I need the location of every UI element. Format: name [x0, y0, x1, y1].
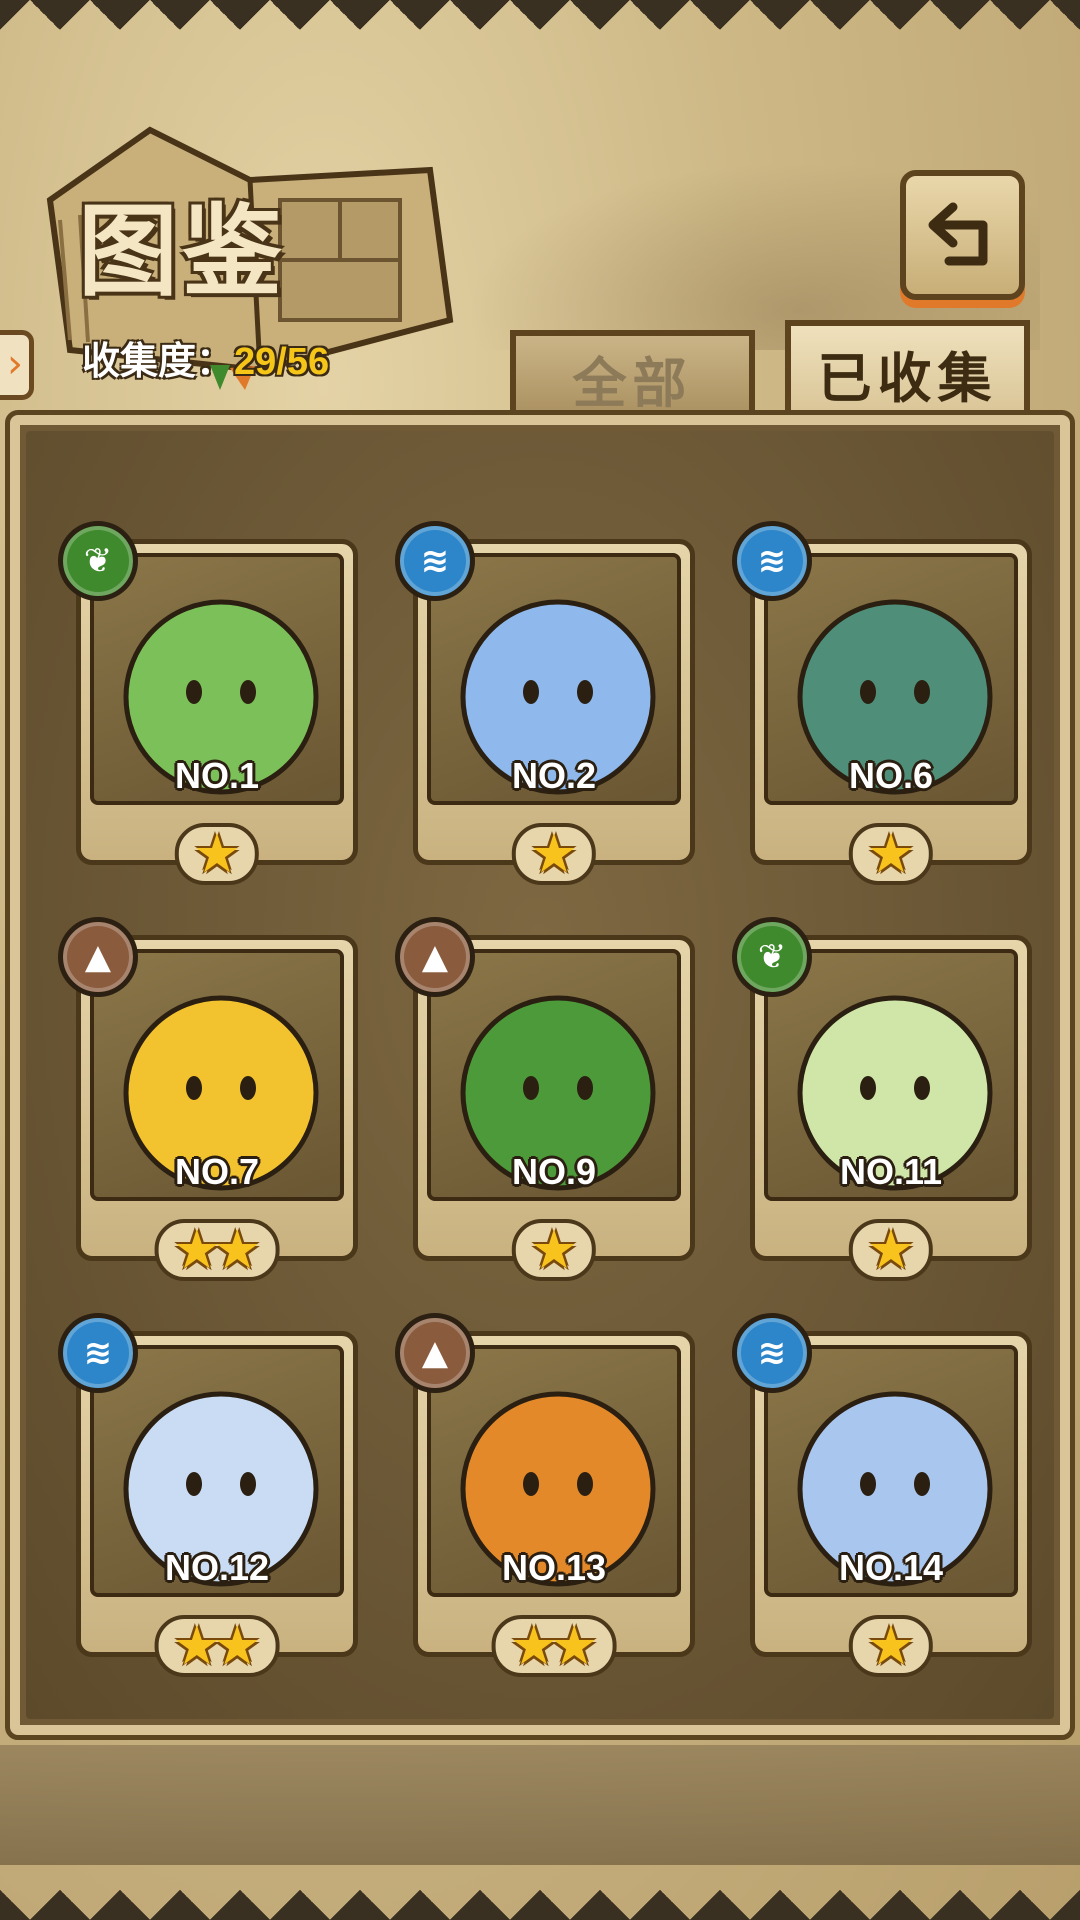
star-rating: ★ [511, 1218, 597, 1281]
monster-portrait: NO.7 [90, 949, 344, 1201]
monster-portrait: NO.11 [764, 949, 1018, 1201]
card-number: NO.6 [848, 755, 934, 796]
collection-label: 收集度： [82, 341, 235, 383]
tab-all[interactable]: 全部 [510, 330, 755, 420]
star-rating: ★ ★ [154, 1614, 280, 1677]
mountain-icon: ▲ [58, 917, 138, 997]
monster-eye [860, 680, 876, 704]
monster-eye [240, 1472, 256, 1496]
card-number: NO.9 [511, 1151, 597, 1192]
tab-collected[interactable]: 已收集 [785, 320, 1030, 420]
monster-eye [577, 680, 593, 704]
monster-eye [186, 1076, 202, 1100]
monster-portrait: NO.12 [90, 1345, 344, 1597]
monster-card[interactable]: NO.12 ≋ ★ ★ [58, 1313, 358, 1677]
top-zigzag-border [0, 0, 1080, 60]
monster-eye [914, 1076, 930, 1100]
card-number: NO.12 [164, 1547, 270, 1588]
card-number: NO.7 [174, 1151, 260, 1192]
leaf-icon: ❦ [58, 521, 138, 601]
monster-eye [577, 1472, 593, 1496]
star-rating: ★ [848, 1614, 934, 1677]
monster-portrait: NO.9 [427, 949, 681, 1201]
star-icon: ★ [529, 1218, 579, 1281]
star-icon: ★ [529, 822, 579, 885]
card-number: NO.11 [839, 1151, 943, 1192]
card-grid: NO.1 ❦ ★ NO.2 ≋ ★ NO.6 ≋ ★ NO.7 ▲ ★ ★ NO.9 ▲ ★ NO.11 ❦ ★ NO… [58, 521, 1032, 1677]
monster-eye [860, 1076, 876, 1100]
water-wave-icon: ≋ [58, 1313, 138, 1393]
monster-card[interactable]: NO.1 ❦ ★ [58, 521, 358, 885]
star-icon: ★ [550, 1614, 599, 1677]
side-expand-button[interactable]: › [0, 330, 34, 400]
monster-card[interactable]: NO.13 ▲ ★ ★ [395, 1313, 695, 1677]
card-panel: NO.1 ❦ ★ NO.2 ≋ ★ NO.6 ≋ ★ NO.7 ▲ ★ ★ NO.9 ▲ ★ NO.11 ❦ ★ NO… [5, 410, 1075, 1740]
monster-card[interactable]: NO.11 ❦ ★ [732, 917, 1032, 1281]
star-icon: ★ [866, 1614, 916, 1677]
star-rating: ★ [511, 822, 597, 885]
monster-eye [523, 1472, 539, 1496]
monster-eye [523, 1076, 539, 1100]
page-title: 图鉴 [78, 192, 286, 310]
monster-card[interactable]: NO.6 ≋ ★ [732, 521, 1032, 885]
star-rating: ★ ★ [154, 1218, 280, 1281]
monster-portrait: NO.2 [427, 553, 681, 805]
star-icon: ★ [192, 822, 242, 885]
water-wave-icon: ≋ [732, 521, 812, 601]
monster-eye [577, 1076, 593, 1100]
water-wave-icon: ≋ [732, 1313, 812, 1393]
monster-eye [914, 1472, 930, 1496]
star-icon: ★ [213, 1614, 262, 1677]
monster-card[interactable]: NO.2 ≋ ★ [395, 521, 695, 885]
back-button[interactable] [900, 170, 1025, 300]
star-icon: ★ [866, 1218, 916, 1281]
monster-eye [523, 680, 539, 704]
card-number: NO.14 [838, 1547, 944, 1588]
collection-progress: 收集度：29/56 [82, 330, 329, 385]
monster-portrait: NO.6 [764, 553, 1018, 805]
monster-eye [860, 1472, 876, 1496]
monster-card[interactable]: NO.9 ▲ ★ [395, 917, 695, 1281]
leaf-icon: ❦ [732, 917, 812, 997]
monster-eye [186, 1472, 202, 1496]
monster-card[interactable]: NO.14 ≋ ★ [732, 1313, 1032, 1677]
monster-eye [186, 680, 202, 704]
monster-eye [914, 680, 930, 704]
monster-portrait: NO.1 [90, 553, 344, 805]
collection-value: 29/56 [234, 341, 330, 383]
card-number: NO.13 [501, 1547, 607, 1588]
mountain-icon: ▲ [395, 1313, 475, 1393]
return-arrow-icon [928, 202, 987, 266]
bottom-decor-band [0, 1745, 1080, 1865]
star-icon: ★ [866, 822, 916, 885]
star-rating: ★ [848, 822, 934, 885]
monster-card[interactable]: NO.7 ▲ ★ ★ [58, 917, 358, 1281]
card-number: NO.2 [511, 755, 597, 796]
monster-portrait: NO.13 [427, 1345, 681, 1597]
star-icon: ★ [213, 1218, 262, 1281]
card-number: NO.1 [174, 755, 260, 796]
bottom-zigzag-border [0, 1860, 1080, 1920]
monster-eye [240, 680, 256, 704]
chevron-right-icon: › [7, 341, 23, 387]
water-wave-icon: ≋ [395, 521, 475, 601]
star-rating: ★ [174, 822, 260, 885]
mountain-icon: ▲ [395, 917, 475, 997]
star-rating: ★ [848, 1218, 934, 1281]
star-rating: ★ ★ [491, 1614, 617, 1677]
monster-portrait: NO.14 [764, 1345, 1018, 1597]
monster-eye [240, 1076, 256, 1100]
